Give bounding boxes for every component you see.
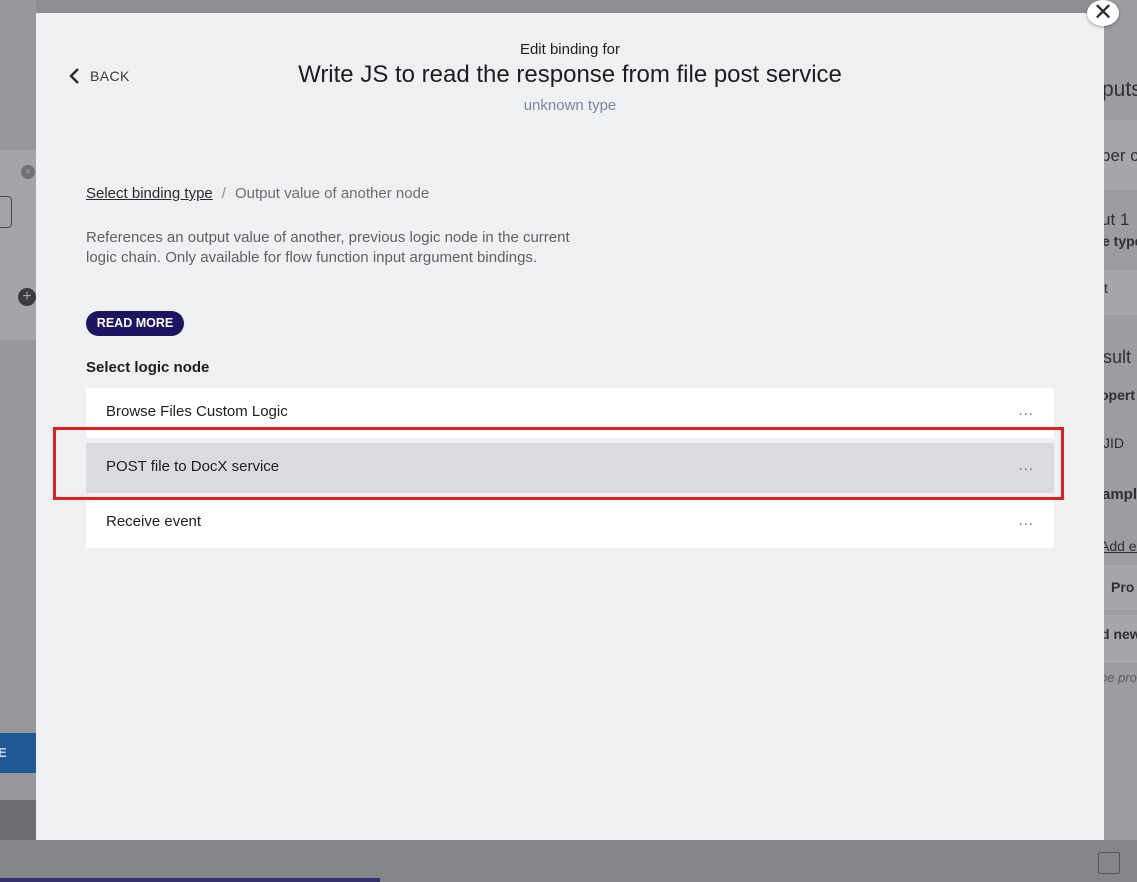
background-text: e type <box>1104 233 1137 249</box>
background-field <box>0 196 12 228</box>
background-text: JID <box>1104 435 1124 451</box>
background-text: d new <box>1104 626 1137 642</box>
logic-node-item[interactable]: Browse Files Custom Logic ... <box>86 388 1054 438</box>
background-text: ut 1 <box>1104 210 1130 229</box>
header-pretitle: Edit binding for <box>519 41 621 58</box>
background-text: ber c <box>1104 146 1137 165</box>
background-text: opert <box>1104 387 1135 403</box>
logic-node-label: Receive event <box>106 513 202 530</box>
background-blue-button: E <box>0 733 36 773</box>
type-label: unknown type <box>523 97 617 114</box>
breadcrumb-link-select-binding-type[interactable]: Select binding type <box>86 185 213 202</box>
logic-node-list: Browse Files Custom Logic ... POST file … <box>86 388 1054 553</box>
more-horizontal-icon[interactable]: ... <box>1018 512 1034 529</box>
background-band <box>1104 270 1137 315</box>
logic-node-item[interactable]: POST file to DocX service ... <box>86 443 1054 493</box>
edit-binding-dialog: BACK Edit binding for Write JS to read t… <box>36 13 1104 840</box>
background-bottom-bar <box>0 840 1137 882</box>
close-icon[interactable]: ✕ <box>1087 0 1119 26</box>
background-left-panel: × + E <box>0 0 170 882</box>
background-text: ampl <box>1104 486 1137 503</box>
background-close-icon: × <box>21 165 35 179</box>
section-title: Select logic node <box>86 359 210 376</box>
background-right-panel: puts ber c ut 1 e type t sult opert JID … <box>1104 0 1137 840</box>
background-text: t <box>1104 280 1108 296</box>
breadcrumb-separator: / <box>221 185 226 202</box>
logic-node-label: POST file to DocX service <box>106 458 280 475</box>
dialog-header: Edit binding for Write JS to read the re… <box>36 41 1104 114</box>
background-text: be pro <box>1104 670 1137 685</box>
read-more-button[interactable]: READ MORE <box>86 311 184 336</box>
more-horizontal-icon[interactable]: ... <box>1018 402 1034 419</box>
background-plus-icon: + <box>18 288 36 306</box>
background-progress-strip <box>0 878 380 882</box>
background-text: puts <box>1104 78 1137 101</box>
breadcrumb-current: Output value of another node <box>234 185 430 202</box>
background-text: sult <box>1104 347 1132 367</box>
logic-node-label: Browse Files Custom Logic <box>106 403 288 420</box>
logic-node-item[interactable]: Receive event ... <box>86 498 1054 548</box>
background-text: Add ex <box>1104 538 1137 554</box>
more-horizontal-icon[interactable]: ... <box>1018 457 1034 474</box>
breadcrumb: Select binding type / Output value of an… <box>86 185 429 202</box>
background-text: Pro <box>1111 579 1135 595</box>
binding-description: References an output value of another, p… <box>86 229 570 266</box>
background-minus-icon <box>1098 852 1120 874</box>
dialog-title: Write JS to read the response from file … <box>298 61 842 88</box>
